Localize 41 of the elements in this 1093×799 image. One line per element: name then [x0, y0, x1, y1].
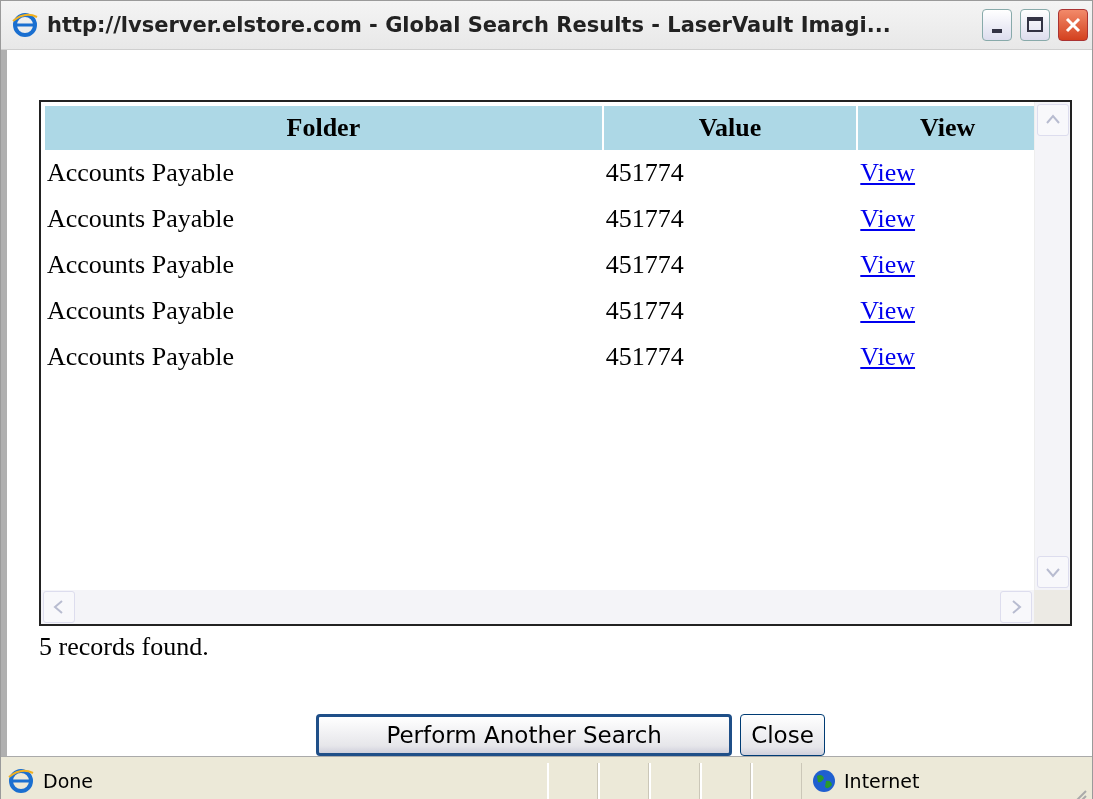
- view-link[interactable]: View: [860, 204, 916, 233]
- table-cell-text: 451774: [604, 203, 685, 235]
- table-cell-text: Accounts Payable: [46, 249, 235, 281]
- globe-icon: [812, 769, 836, 793]
- minimize-icon: [992, 29, 1002, 33]
- scrollbar-corner: [1034, 590, 1070, 624]
- page-icon: [7, 767, 35, 795]
- view-link[interactable]: View: [860, 342, 916, 371]
- status-pane: [649, 763, 700, 799]
- table-cell-text: Accounts Payable: [46, 295, 235, 327]
- close-button[interactable]: [1058, 9, 1088, 41]
- status-pane: [598, 763, 649, 799]
- maximize-icon: [1026, 16, 1044, 34]
- close-dialog-button[interactable]: Close: [740, 714, 825, 756]
- view-link[interactable]: View: [860, 250, 916, 279]
- records-count: 5 records found.: [39, 632, 210, 662]
- view-link[interactable]: View: [860, 296, 916, 325]
- browser-icon: [11, 11, 39, 39]
- table-cell-text: Accounts Payable: [46, 341, 235, 373]
- search-button[interactable]: Perform Another Search: [316, 714, 733, 756]
- status-text: Done: [43, 770, 93, 792]
- minimize-button[interactable]: [982, 9, 1012, 41]
- table-cell-text: 451774: [604, 295, 685, 327]
- zone-text: Internet: [844, 770, 920, 792]
- column-header: View: [858, 106, 1034, 150]
- table-cell-text: 451774: [604, 249, 685, 281]
- horizontal-scrollbar[interactable]: [41, 590, 1034, 624]
- column-header: Folder: [45, 106, 602, 150]
- window-title: http://lvserver.elstore.com - Global Search Results - LaserVault Imagi...: [47, 13, 892, 37]
- maximize-button[interactable]: [1020, 9, 1050, 41]
- status-pane: [547, 763, 598, 799]
- table-cell-text: 451774: [604, 157, 685, 189]
- table-cell-text: 451774: [604, 341, 685, 373]
- vertical-scrollbar[interactable]: [1034, 102, 1070, 590]
- column-header: Value: [603, 106, 857, 150]
- table-cell-text: Accounts Payable: [46, 157, 235, 189]
- table-cell-text: Accounts Payable: [46, 203, 235, 235]
- status-pane: [700, 763, 751, 799]
- view-link[interactable]: View: [860, 158, 916, 187]
- status-pane: [751, 763, 802, 799]
- close-icon: [1064, 16, 1082, 34]
